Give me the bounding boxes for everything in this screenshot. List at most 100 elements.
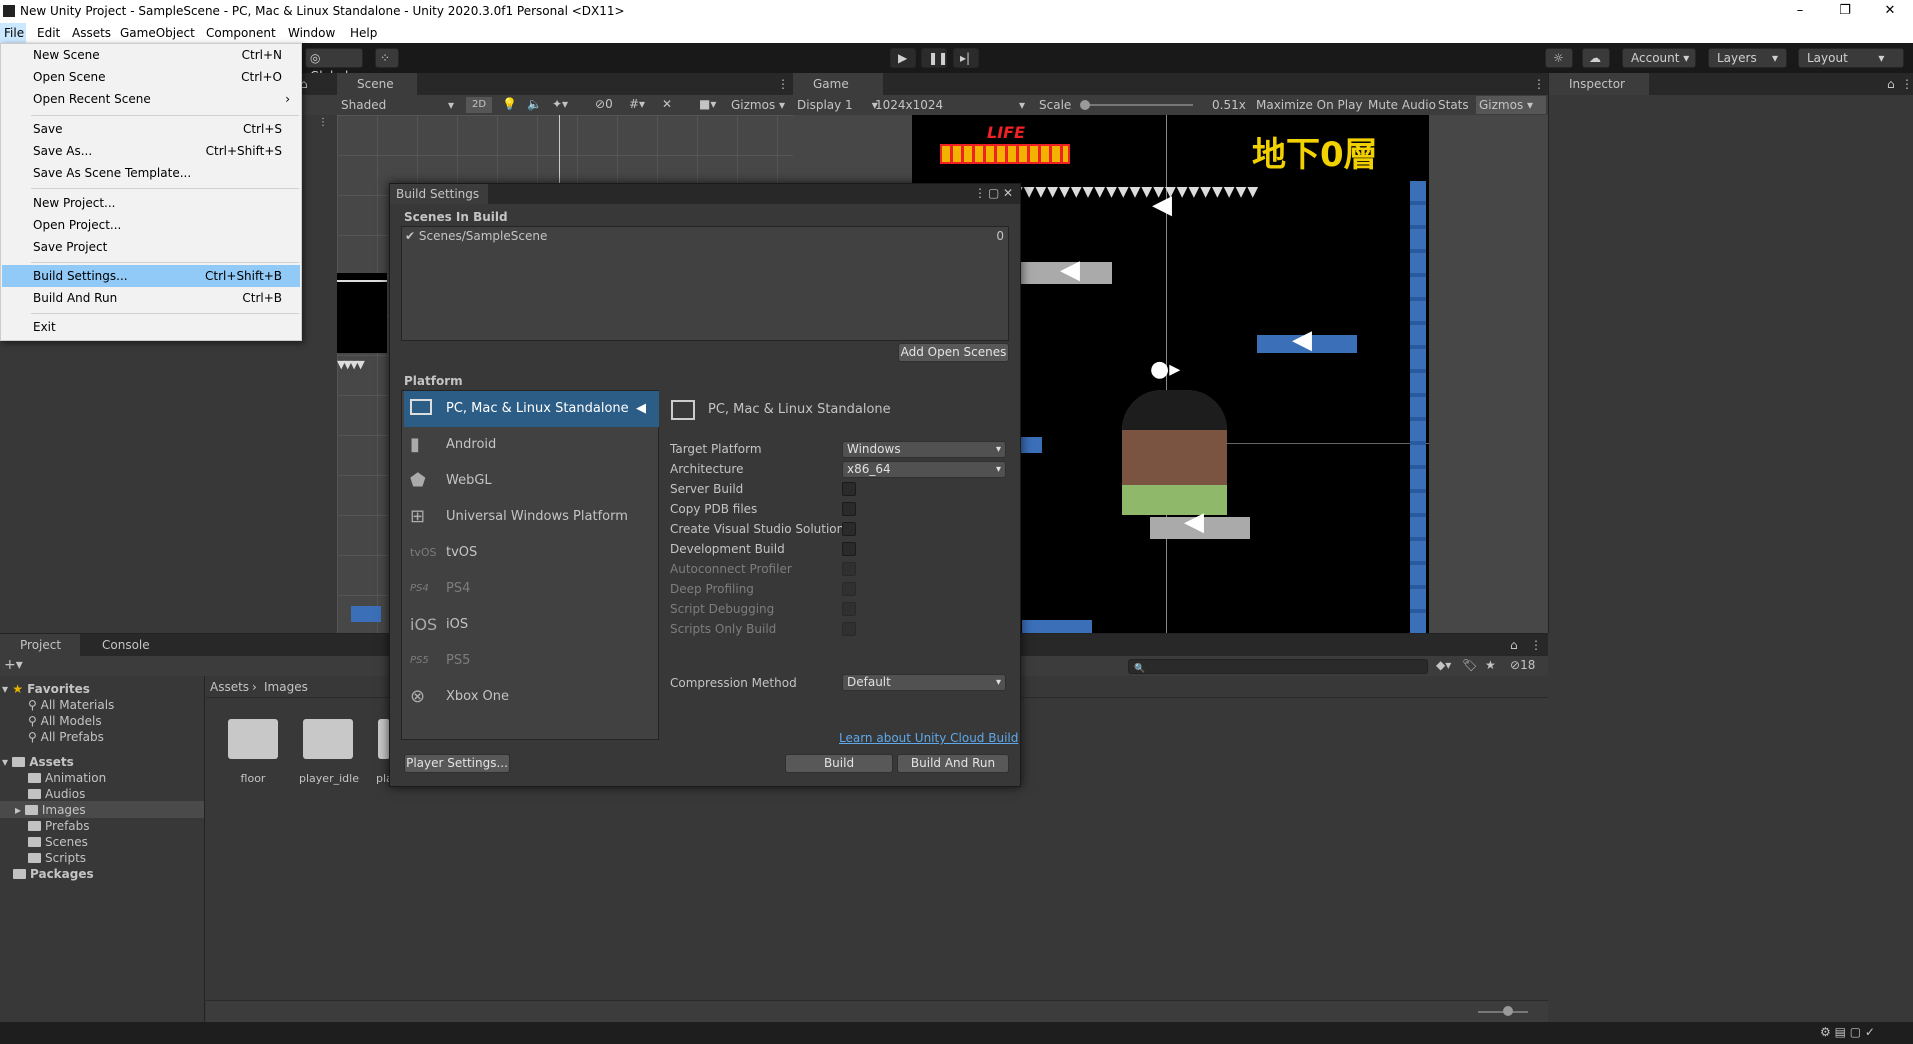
menu-item-open-scene[interactable]: Open Scene Ctrl+O bbox=[2, 66, 300, 88]
cloud-icon[interactable]: ☁ bbox=[1582, 48, 1610, 68]
menu-gameobject[interactable]: GameObject bbox=[120, 26, 195, 40]
filter-label-icon[interactable]: 🏷 bbox=[1462, 658, 1477, 672]
server-build-checkbox[interactable] bbox=[842, 482, 856, 496]
hidden-packages-icon[interactable]: ⊘18 bbox=[1510, 658, 1535, 672]
icon-size-thumb[interactable] bbox=[1503, 1006, 1513, 1016]
game-gizmos-toggle[interactable]: Gizmos ▾ bbox=[1476, 96, 1546, 114]
favorite-star-icon[interactable]: ★ bbox=[1485, 658, 1496, 672]
scene-menu-icon[interactable]: ⋮ bbox=[777, 77, 789, 91]
folder-item[interactable]: Scenes bbox=[28, 835, 88, 849]
restore-icon[interactable]: ❐ bbox=[1822, 0, 1868, 23]
pause-button[interactable]: ❚❚ bbox=[921, 48, 948, 68]
menu-item-new-scene[interactable]: New Scene Ctrl+N bbox=[2, 44, 300, 66]
collab-icon[interactable]: ☼ bbox=[1545, 48, 1573, 68]
folder-item[interactable]: Audios bbox=[28, 787, 85, 801]
project-search-input[interactable]: 🔍 bbox=[1128, 659, 1428, 674]
platform-item-ps4[interactable]: PS4 PS4 bbox=[404, 571, 659, 607]
layers-dropdown[interactable]: Layers ▾ bbox=[1708, 48, 1787, 68]
mute-audio-toggle[interactable]: Mute Audio bbox=[1368, 98, 1436, 112]
inspector-lock-icon[interactable]: ⌂ bbox=[1887, 77, 1895, 91]
tab-project[interactable]: Project bbox=[0, 634, 80, 656]
stats-toggle[interactable]: Stats bbox=[1438, 98, 1469, 112]
cloud-build-link[interactable]: Learn about Unity Cloud Build bbox=[839, 731, 1018, 745]
folder-icon[interactable] bbox=[303, 719, 353, 759]
filter-type-icon[interactable]: ◆▾ bbox=[1436, 658, 1451, 672]
compression-dropdown[interactable]: Default bbox=[842, 674, 1006, 691]
grid-snap-icon[interactable]: ⁘ bbox=[375, 48, 399, 68]
favorite-item[interactable]: ⚲ All Models bbox=[28, 714, 102, 728]
shading-dropdown[interactable]: Shaded ▾ bbox=[341, 98, 456, 113]
copy-pdb-checkbox[interactable] bbox=[842, 502, 856, 516]
menu-help[interactable]: Help bbox=[350, 26, 377, 40]
step-button[interactable]: ▸| bbox=[953, 48, 979, 68]
favorite-item[interactable]: ⚲ All Prefabs bbox=[28, 730, 104, 744]
global-toggle[interactable]: ◎ Global bbox=[305, 48, 363, 83]
grid-icon[interactable]: #▾ bbox=[629, 97, 645, 111]
status-icons[interactable]: ⚙ ▤ ▢ ✓ bbox=[1820, 1025, 1875, 1039]
favorites-node[interactable]: ▾ ★ Favorites bbox=[2, 682, 90, 696]
folder-item[interactable]: Scripts bbox=[28, 851, 86, 865]
platform-item-uwp[interactable]: ⊞ Universal Windows Platform bbox=[404, 499, 659, 535]
display-dropdown[interactable]: Display 1 ▾ bbox=[797, 98, 878, 112]
tab-inspector[interactable]: Inspector bbox=[1549, 73, 1649, 95]
breadcrumb-assets[interactable]: Assets bbox=[210, 680, 249, 694]
game-menu-icon[interactable]: ⋮ bbox=[1533, 77, 1545, 91]
build-and-run-button[interactable]: Build And Run bbox=[897, 754, 1009, 773]
target-platform-dropdown[interactable]: Windows bbox=[842, 441, 1006, 458]
menu-assets[interactable]: Assets bbox=[72, 26, 111, 40]
tools-icon[interactable]: ✕ bbox=[662, 97, 672, 111]
add-open-scenes-button[interactable]: Add Open Scenes bbox=[898, 343, 1009, 362]
assets-node[interactable]: ▾ Assets bbox=[2, 755, 74, 769]
maximize-icon[interactable]: ▢ bbox=[988, 186, 999, 200]
platform-item-ps5[interactable]: PS5 PS5 bbox=[404, 643, 659, 679]
dev-build-checkbox[interactable] bbox=[842, 542, 856, 556]
menu-item-save-as[interactable]: Save As... Ctrl+Shift+S bbox=[2, 140, 300, 162]
close-window-icon[interactable]: ✕ bbox=[1867, 0, 1913, 23]
account-dropdown[interactable]: Account ▾ bbox=[1622, 48, 1696, 68]
play-button[interactable]: ▶ bbox=[890, 48, 916, 68]
lighting-icon[interactable]: 💡 bbox=[502, 97, 517, 111]
scale-slider-thumb[interactable] bbox=[1080, 100, 1090, 110]
tab-console[interactable]: Console bbox=[82, 634, 162, 656]
favorite-item[interactable]: ⚲ All Materials bbox=[28, 698, 114, 712]
menu-edit[interactable]: Edit bbox=[37, 26, 60, 40]
menu-file[interactable]: File bbox=[4, 26, 24, 40]
breadcrumb-images[interactable]: Images bbox=[264, 680, 308, 694]
audio-icon[interactable]: 🔈 bbox=[527, 97, 542, 111]
menu-window[interactable]: Window bbox=[288, 26, 335, 40]
platform-item-webgl[interactable]: ⬟ WebGL bbox=[404, 463, 659, 499]
hidden-objects-icon[interactable]: ⊘0 bbox=[595, 97, 613, 111]
hierarchy-menu-icon[interactable]: ⋮ bbox=[318, 117, 332, 129]
platform-item-standalone[interactable]: PC, Mac & Linux Standalone ◀ bbox=[404, 391, 659, 427]
scenes-list[interactable]: ✔ Scenes/SampleScene 0 bbox=[401, 226, 1009, 341]
scale-slider[interactable] bbox=[1083, 104, 1193, 106]
build-button[interactable]: Build bbox=[785, 754, 893, 773]
packages-node[interactable]: Packages bbox=[13, 867, 94, 881]
architecture-dropdown[interactable]: x86_64 bbox=[842, 461, 1006, 478]
menu-item-build-settings[interactable]: Build Settings... Ctrl+Shift+B bbox=[2, 265, 300, 287]
maximize-on-play-toggle[interactable]: Maximize On Play bbox=[1256, 98, 1363, 112]
folder-item-selected[interactable]: ▸ Images bbox=[15, 803, 86, 817]
layout-dropdown[interactable]: Layout ▾ bbox=[1798, 48, 1904, 68]
camera-icon[interactable]: ■▾ bbox=[699, 97, 716, 111]
folder-icon[interactable] bbox=[228, 719, 278, 759]
scene-gizmos-dropdown[interactable]: Gizmos ▾ bbox=[731, 98, 785, 112]
create-vs-checkbox[interactable] bbox=[842, 522, 856, 536]
menu-item-open-project[interactable]: Open Project... bbox=[2, 214, 300, 236]
menu-item-save-as-template[interactable]: Save As Scene Template... bbox=[2, 162, 300, 184]
player-settings-button[interactable]: Player Settings... bbox=[404, 754, 510, 773]
effects-icon[interactable]: ✦▾ bbox=[552, 97, 568, 111]
project-menu-icon[interactable]: ⋮ bbox=[1530, 638, 1542, 652]
inspector-menu-icon[interactable]: ⋮ bbox=[1901, 77, 1913, 91]
menu-item-build-and-run[interactable]: Build And Run Ctrl+B bbox=[2, 287, 300, 309]
platform-item-xbox[interactable]: ⊗ Xbox One bbox=[404, 679, 659, 715]
2d-toggle[interactable]: 2D bbox=[466, 97, 492, 113]
window-menu-icon[interactable]: ⋮ bbox=[974, 186, 986, 200]
folder-item[interactable]: Animation bbox=[28, 771, 106, 785]
resolution-dropdown[interactable]: 1024x1024 ▾ bbox=[875, 98, 1025, 112]
menu-item-exit[interactable]: Exit bbox=[2, 316, 300, 338]
scene-row[interactable]: ✔ Scenes/SampleScene bbox=[405, 229, 547, 243]
menu-item-open-recent-scene[interactable]: Open Recent Scene › bbox=[2, 88, 300, 110]
menu-item-save[interactable]: Save Ctrl+S bbox=[2, 118, 300, 140]
menu-item-save-project[interactable]: Save Project bbox=[2, 236, 300, 258]
